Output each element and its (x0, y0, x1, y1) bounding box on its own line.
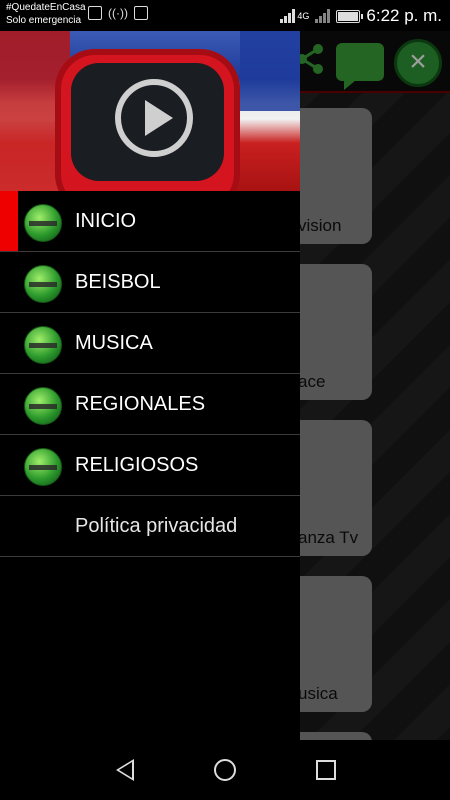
menu-item-label: REGIONALES (75, 393, 206, 415)
globe-logo-icon (24, 265, 62, 303)
menu-item-privacy-policy[interactable]: Política privacidad (0, 496, 300, 557)
drawer-menu: INICIO BEISBOL MUSICA REGIONALES RELIGIO… (0, 191, 300, 557)
network-type: 4G (297, 11, 310, 21)
status-notification-text: #QuedateEnCasa Solo emergencia (6, 1, 86, 27)
menu-item-musica[interactable]: MUSICA (0, 313, 300, 374)
menu-item-label: MUSICA (75, 332, 153, 354)
menu-item-label: RELIGIOSOS (75, 454, 199, 476)
flag-stripe (240, 31, 300, 111)
back-icon[interactable] (116, 759, 134, 781)
status-line-2: Solo emergencia (6, 15, 82, 26)
recent-apps-icon[interactable] (316, 760, 336, 780)
menu-item-regionales[interactable]: REGIONALES (0, 374, 300, 435)
status-right: 4G 6:22 p. m. (280, 6, 442, 26)
play-icon (115, 79, 193, 157)
system-nav-bar (0, 740, 450, 800)
globe-logo-icon (24, 448, 62, 486)
play-triangle (145, 100, 173, 136)
drawer-header (0, 31, 300, 191)
home-icon[interactable] (214, 759, 236, 781)
image-icon (133, 6, 148, 20)
clock: 6:22 p. m. (366, 6, 442, 25)
menu-item-label: INICIO (75, 210, 137, 232)
menu-item-inicio[interactable]: INICIO (0, 191, 300, 252)
menu-item-label: BEISBOL (75, 271, 161, 293)
hotspot-icon: ((·)) (108, 6, 128, 20)
signal-2-icon (315, 9, 331, 23)
active-indicator (0, 191, 18, 251)
status-bar: #QuedateEnCasa Solo emergencia ((·)) 4G … (0, 0, 450, 31)
battery-icon (336, 9, 364, 23)
sim-icon (88, 6, 102, 20)
menu-item-label: Política privacidad (75, 515, 238, 537)
menu-item-religiosos[interactable]: RELIGIOSOS (0, 435, 300, 496)
globe-logo-icon (24, 387, 62, 425)
menu-item-beisbol[interactable]: BEISBOL (0, 252, 300, 313)
tv-logo-icon (55, 49, 240, 191)
status-line-1: #QuedateEnCasa (6, 2, 86, 13)
tv-screen (71, 63, 224, 181)
navigation-drawer: INICIO BEISBOL MUSICA REGIONALES RELIGIO… (0, 31, 300, 740)
status-icons: ((·)) (88, 6, 148, 20)
signal-icon (280, 9, 296, 23)
globe-logo-icon (24, 204, 62, 242)
globe-logo-icon (24, 326, 62, 364)
